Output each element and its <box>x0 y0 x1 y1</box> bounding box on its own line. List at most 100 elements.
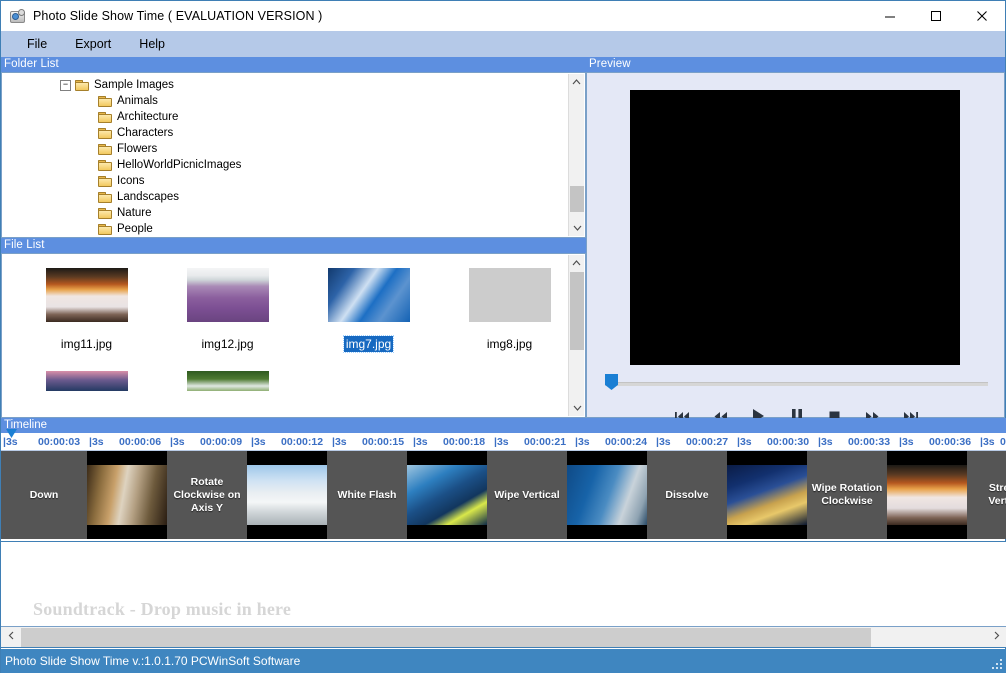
file-name-label[interactable]: img7.jpg <box>342 335 395 353</box>
timeline-panel: Timeline |3s 00:00:03 |3s 00:00:06 |3s 0… <box>1 418 1006 541</box>
tree-node-people[interactable]: People <box>2 221 585 237</box>
clip-thumbnail <box>247 465 327 525</box>
left-column: Folder List − Sample Images Animals Arch… <box>1 57 586 418</box>
file-name-label[interactable]: img11.jpg <box>59 336 114 352</box>
close-button[interactable] <box>959 1 1005 31</box>
tree-node-landscapes[interactable]: Landscapes <box>2 189 585 205</box>
file-name-label[interactable]: img12.jpg <box>199 336 255 352</box>
tree-node-sample-images[interactable]: − Sample Images <box>2 77 585 93</box>
chevron-down-icon[interactable] <box>569 220 585 236</box>
status-bar-text: Photo Slide Show Time v.:1.0.1.70 PCWinS… <box>5 654 301 668</box>
menu-export[interactable]: Export <box>61 34 125 54</box>
folder-icon <box>98 175 112 187</box>
soundtrack-placeholder: Soundtrack - Drop music in here <box>33 599 292 619</box>
file-item-img11[interactable]: img11.jpg <box>16 268 157 352</box>
folder-icon <box>98 207 112 219</box>
seek-bar[interactable] <box>597 373 996 395</box>
timeline-image-clip[interactable] <box>567 451 647 539</box>
tree-node-label: Architecture <box>117 111 179 123</box>
scrollbar-track[interactable] <box>21 627 987 647</box>
timeline-clips[interactable]: Down Rotate Clockwise on Axis Y White Fl… <box>1 451 1006 539</box>
clip-thumbnail <box>87 465 167 525</box>
timeline-image-clip[interactable] <box>87 451 167 539</box>
chevron-down-icon[interactable] <box>569 400 585 416</box>
expander-toggle[interactable]: − <box>60 79 71 91</box>
ruler-tick: 00:00:12 <box>281 436 324 448</box>
resize-grip[interactable] <box>990 659 1004 671</box>
scrollbar-thumb[interactable] <box>570 272 584 350</box>
tree-node-label: HelloWorldPicnicImages <box>117 159 242 171</box>
tree-node-architecture[interactable]: Architecture <box>2 109 585 125</box>
seek-track[interactable] <box>605 382 988 386</box>
file-list-scrollbar[interactable] <box>568 255 584 416</box>
maximize-button[interactable] <box>913 1 959 31</box>
folder-tree[interactable]: − Sample Images Animals Architecture Cha… <box>2 73 585 237</box>
tree-node-label: People <box>117 223 153 235</box>
clip-thumbnail <box>407 465 487 525</box>
tree-node-flowers[interactable]: Flowers <box>2 141 585 157</box>
timeline-transition[interactable]: Dissolve <box>647 451 727 539</box>
menu-file[interactable]: File <box>13 34 61 54</box>
thumbnail-image[interactable] <box>45 371 128 391</box>
file-thumbnail-row: img11.jpg img12.jpg img7.jpg img8.jpg <box>2 254 585 353</box>
chevron-up-icon[interactable] <box>569 74 584 90</box>
timeline-horizontal-scrollbar[interactable] <box>1 627 1006 648</box>
scrollbar-thumb[interactable] <box>570 186 584 212</box>
timeline-image-clip[interactable] <box>407 451 487 539</box>
status-bar: Photo Slide Show Time v.:1.0.1.70 PCWinS… <box>1 649 1006 673</box>
file-name-label[interactable]: img8.jpg <box>485 336 534 352</box>
timeline-transition[interactable]: Down <box>1 451 87 539</box>
ruler-tick: |3s <box>656 436 671 448</box>
chevron-up-icon[interactable] <box>569 255 584 271</box>
folder-list-body[interactable]: − Sample Images Animals Architecture Cha… <box>1 72 586 238</box>
timeline-header: Timeline <box>1 418 1006 433</box>
file-thumbnail-row-partial <box>2 371 585 391</box>
ruler-tick: |3s <box>89 436 104 448</box>
thumbnail-image[interactable] <box>186 268 269 322</box>
tree-node-characters[interactable]: Characters <box>2 125 585 141</box>
timeline-transition[interactable]: Stretch Vertical <box>967 451 1006 539</box>
timeline-image-clip[interactable] <box>727 451 807 539</box>
folder-list-header: Folder List <box>1 57 586 72</box>
timeline-transition[interactable]: White Flash <box>327 451 407 539</box>
folder-icon <box>98 191 112 203</box>
ruler-tick: |3s <box>251 436 266 448</box>
file-item-img12[interactable]: img12.jpg <box>157 268 298 352</box>
thumbnail-image[interactable] <box>186 371 269 391</box>
scrollbar-thumb[interactable] <box>21 627 872 647</box>
tree-node-helloworldpicnicimages[interactable]: HelloWorldPicnicImages <box>2 157 585 173</box>
timeline-ruler[interactable]: |3s 00:00:03 |3s 00:00:06 |3s 00:00:09 |… <box>1 433 1006 451</box>
ruler-tick: |3s <box>494 436 509 448</box>
transition-label: Stretch Vertical <box>988 482 1006 507</box>
timeline-transition[interactable]: Rotate Clockwise on Axis Y <box>167 451 247 539</box>
soundtrack-dropzone[interactable]: Soundtrack - Drop music in here <box>1 541 1006 627</box>
ruler-tick: 00:00:27 <box>686 436 729 448</box>
file-item-img7[interactable]: img7.jpg <box>298 268 439 353</box>
tree-node-icons[interactable]: Icons <box>2 173 585 189</box>
menu-help[interactable]: Help <box>125 34 179 54</box>
tree-node-nature[interactable]: Nature <box>2 205 585 221</box>
ruler-tick: 00:00:24 <box>605 436 648 448</box>
timeline-transition[interactable]: Wipe Rotation Clockwise <box>807 451 887 539</box>
chevron-right-icon[interactable] <box>987 631 1006 643</box>
chevron-left-icon[interactable] <box>1 631 21 643</box>
file-item-img8[interactable]: img8.jpg <box>439 268 580 352</box>
folder-list-scrollbar[interactable] <box>568 74 584 236</box>
thumbnail-image[interactable] <box>45 268 128 322</box>
thumbnail-image[interactable] <box>327 268 410 322</box>
seek-handle[interactable] <box>605 374 618 390</box>
file-item-partial-1[interactable] <box>16 371 157 391</box>
timeline-image-clip[interactable] <box>887 451 967 539</box>
timeline-image-clip[interactable] <box>247 451 327 539</box>
tree-node-animals[interactable]: Animals <box>2 93 585 109</box>
application-window: Photo Slide Show Time ( EVALUATION VERSI… <box>0 0 1006 673</box>
thumbnail-image[interactable] <box>468 268 551 322</box>
minimize-button[interactable] <box>867 1 913 31</box>
file-item-partial-2[interactable] <box>157 371 298 391</box>
preview-screen[interactable] <box>630 90 960 365</box>
preview-panel: Preview <box>586 57 1005 423</box>
file-list-panel: File List img11.jpg img12.jpg img7.jpg i… <box>1 238 586 418</box>
timeline-transition[interactable]: Wipe Vertical <box>487 451 567 539</box>
file-list-body[interactable]: img11.jpg img12.jpg img7.jpg img8.jpg <box>1 253 586 418</box>
ruler-tick: 00:00:30 <box>767 436 810 448</box>
